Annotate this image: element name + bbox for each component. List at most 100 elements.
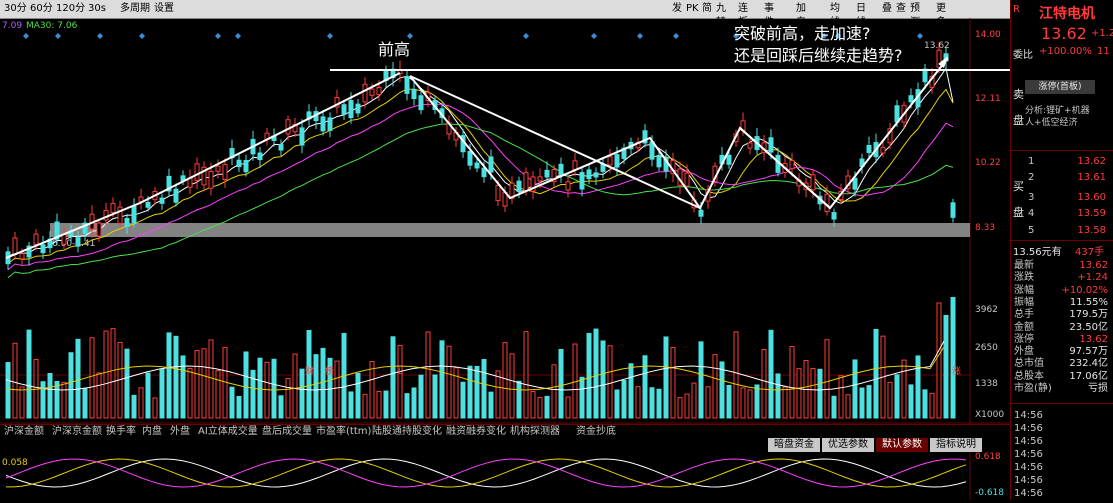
quote-stat-row: 金额 23.50亿 [1014, 322, 1112, 334]
volume-bar [852, 359, 858, 419]
volume-bar [299, 368, 305, 419]
volume-bar [236, 395, 242, 419]
volume-bar [285, 377, 291, 419]
bid-row-3[interactable]: 3 13.60 [1014, 192, 1112, 204]
tab-institution[interactable]: 机构探测器 [510, 426, 560, 438]
indicator-axis-neg: -0.618 [975, 488, 1005, 498]
candle-body [327, 117, 333, 131]
period-120min-button[interactable]: 120分 [54, 2, 87, 16]
volume-bar [551, 364, 557, 419]
toolbar-more-button[interactable]: 更多 [934, 2, 948, 28]
volume-bar [677, 397, 683, 419]
tick-row: 14:56 [1014, 475, 1112, 487]
toolbar-daily-button[interactable]: 日线 [854, 2, 868, 28]
candle-body [747, 142, 753, 149]
candle-body [474, 162, 480, 169]
last-trade-volume: 437手 [1075, 247, 1105, 258]
signal-diamond-icon [55, 33, 61, 39]
quote-stat-row: 涨停 13.62 [1014, 334, 1112, 346]
candle-body [376, 87, 382, 96]
tab-after-volume[interactable]: 盘后成交量 [262, 426, 312, 438]
tab-fund-bottom[interactable]: 资金抄底 [576, 426, 616, 438]
tick-time: 14:56 [1014, 436, 1043, 447]
event-mark-zhang[interactable]: 涨 [952, 366, 961, 377]
volume-bar [922, 389, 928, 419]
volume-bar [901, 359, 907, 419]
volume-bar [173, 335, 179, 419]
tab-hsj-amount[interactable]: 沪深京金额 [52, 426, 102, 438]
volume-bar [915, 355, 921, 419]
tab-ai-volume[interactable]: AI立体成交量 [198, 426, 258, 438]
toolbar-pk-button[interactable]: PK [684, 2, 701, 16]
toolbar-jian-button[interactable]: 简 [700, 2, 714, 16]
volume-bar [166, 332, 172, 419]
event-mark-bang[interactable]: 榜 [325, 365, 334, 377]
signal-diamond-icon [235, 33, 241, 39]
tab-margin[interactable]: 融资融券变化 [446, 426, 506, 438]
multi-period-button[interactable]: 多周期 [118, 2, 152, 16]
subtab-description[interactable]: 指标说明 [930, 438, 982, 452]
candle-body [12, 237, 18, 255]
toolbar-query-button[interactable]: 查 [894, 2, 908, 16]
volume-bar [404, 393, 410, 419]
tab-hk-connect[interactable]: 陆股通持股变化 [372, 426, 442, 438]
candle-body [320, 116, 326, 132]
toolbar-predict-button[interactable]: 预测 [908, 2, 922, 28]
quote-stat-value: 17.06亿 [1069, 370, 1108, 382]
candle-body [61, 234, 67, 245]
volume-bar [838, 375, 844, 419]
ma30-label: MA30: 7.06 [26, 21, 78, 31]
volume-bar [845, 394, 851, 419]
toolbar-lianban-button[interactable]: 连板 [736, 2, 750, 28]
period-60min-button[interactable]: 60分 [28, 2, 55, 16]
market-badge: R [1013, 4, 1020, 15]
quote-stat-value: 13.62 [1079, 260, 1108, 271]
tab-hs-amount[interactable]: 沪深金额 [4, 426, 44, 438]
settings-button[interactable]: 设置 [152, 2, 176, 16]
volume-bar [600, 340, 606, 419]
tab-pe-ttm[interactable]: 市盈率(ttm) [316, 426, 371, 438]
period-30min-button[interactable]: 30分 [2, 2, 29, 16]
candle-body [852, 177, 858, 190]
candle-body [523, 172, 529, 191]
toolbar-overlay-button[interactable]: 叠 [880, 2, 894, 16]
volume-bar [390, 336, 396, 419]
candle-body [467, 150, 473, 166]
volume-bar [705, 386, 711, 419]
period-30s-button[interactable]: 30s [86, 2, 108, 16]
volume-bar [670, 347, 676, 419]
toolbar-jiuzhuan-button[interactable]: 九转 [714, 2, 728, 28]
bid-row-4[interactable]: 4 13.59 [1014, 208, 1112, 220]
volume-bar [943, 314, 949, 419]
candle-body [215, 165, 221, 172]
candle-body [831, 212, 837, 220]
toolbar-add-watch-button[interactable]: 加自选 [794, 2, 808, 42]
signal-diamond-icon [637, 33, 643, 39]
volume-axis-3962: 3962 [975, 305, 998, 315]
tick-time: 14:56 [1014, 462, 1043, 473]
candle-body [908, 95, 914, 103]
volume-bar [131, 394, 137, 419]
toolbar-event-button[interactable]: 事件 [762, 2, 776, 28]
tick-time: 14:56 [1014, 475, 1043, 486]
tab-inner[interactable]: 内盘 [142, 426, 162, 438]
bid-row-1[interactable]: 1 13.62 [1014, 156, 1112, 168]
subtab-default[interactable]: 默认参数 [876, 438, 928, 452]
subtab-dark-pool[interactable]: 暗盘资金 [768, 438, 820, 452]
quote-stat-row: 总手 179.5万 [1014, 309, 1112, 321]
subtab-optimal[interactable]: 优选参数 [822, 438, 874, 452]
ticks-divider [1011, 403, 1113, 404]
toolbar-fa-button[interactable]: 发 [670, 2, 684, 16]
toolbar-ma-button[interactable]: 均线 [828, 2, 842, 28]
volume-bar [355, 372, 361, 419]
candle-body [418, 95, 424, 111]
event-mark-l[interactable]: L [398, 367, 403, 377]
volume-bar [859, 387, 865, 419]
bid-divider [1011, 150, 1113, 151]
bid-row-2[interactable]: 2 13.61 [1014, 172, 1112, 184]
tab-turnover[interactable]: 换手率 [106, 426, 136, 438]
event-mark-cai[interactable]: 财 [305, 365, 314, 377]
volume-bar [75, 338, 81, 419]
bid-row-5[interactable]: 5 13.58 [1014, 225, 1112, 237]
tab-outer[interactable]: 外盘 [170, 426, 190, 438]
